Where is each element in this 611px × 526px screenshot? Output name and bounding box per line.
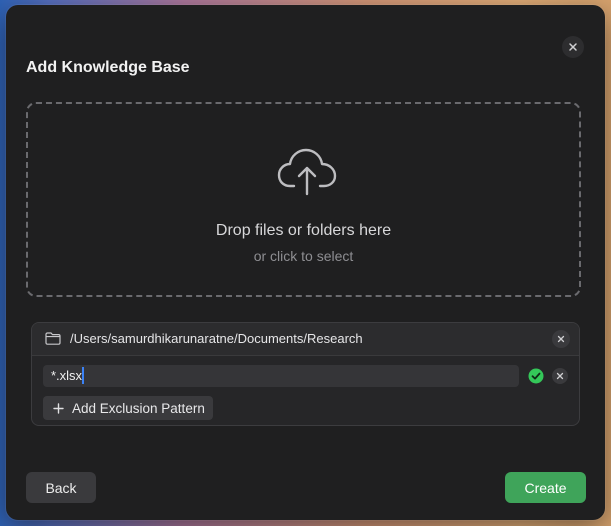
create-button[interactable]: Create — [505, 472, 586, 503]
close-icon — [569, 43, 577, 51]
back-button[interactable]: Back — [26, 472, 96, 503]
close-icon — [557, 335, 565, 343]
dropzone-secondary-text: or click to select — [253, 248, 354, 264]
dropzone-primary-text: Drop files or folders here — [215, 222, 392, 239]
remove-folder-button[interactable] — [552, 330, 570, 348]
folder-path: /Users/samurdhikarunaratne/Documents/Res… — [70, 331, 363, 346]
dialog-title: Add Knowledge Base — [26, 59, 190, 76]
exclusion-pattern-input[interactable] — [43, 365, 519, 387]
text-cursor — [82, 367, 84, 384]
cloud-upload-icon — [277, 148, 337, 196]
folder-header: /Users/samurdhikarunaratne/Documents/Res… — [32, 323, 579, 356]
remove-pattern-button[interactable] — [552, 368, 568, 384]
checkmark-circle-icon[interactable] — [528, 368, 544, 384]
add-exclusion-pattern-label: Add Exclusion Pattern — [72, 400, 205, 416]
file-dropzone[interactable]: Drop files or folders here or click to s… — [26, 102, 581, 297]
add-knowledge-base-dialog: Add Knowledge Base Drop files or folders… — [6, 5, 605, 520]
plus-icon — [53, 402, 64, 414]
folder-icon — [45, 332, 61, 345]
add-exclusion-pattern-button[interactable]: Add Exclusion Pattern — [43, 396, 213, 420]
close-icon — [556, 372, 564, 380]
exclusion-pattern-value: *.xlsx — [51, 368, 83, 383]
close-button[interactable] — [562, 36, 584, 58]
selected-folder-card: /Users/samurdhikarunaratne/Documents/Res… — [31, 322, 580, 426]
